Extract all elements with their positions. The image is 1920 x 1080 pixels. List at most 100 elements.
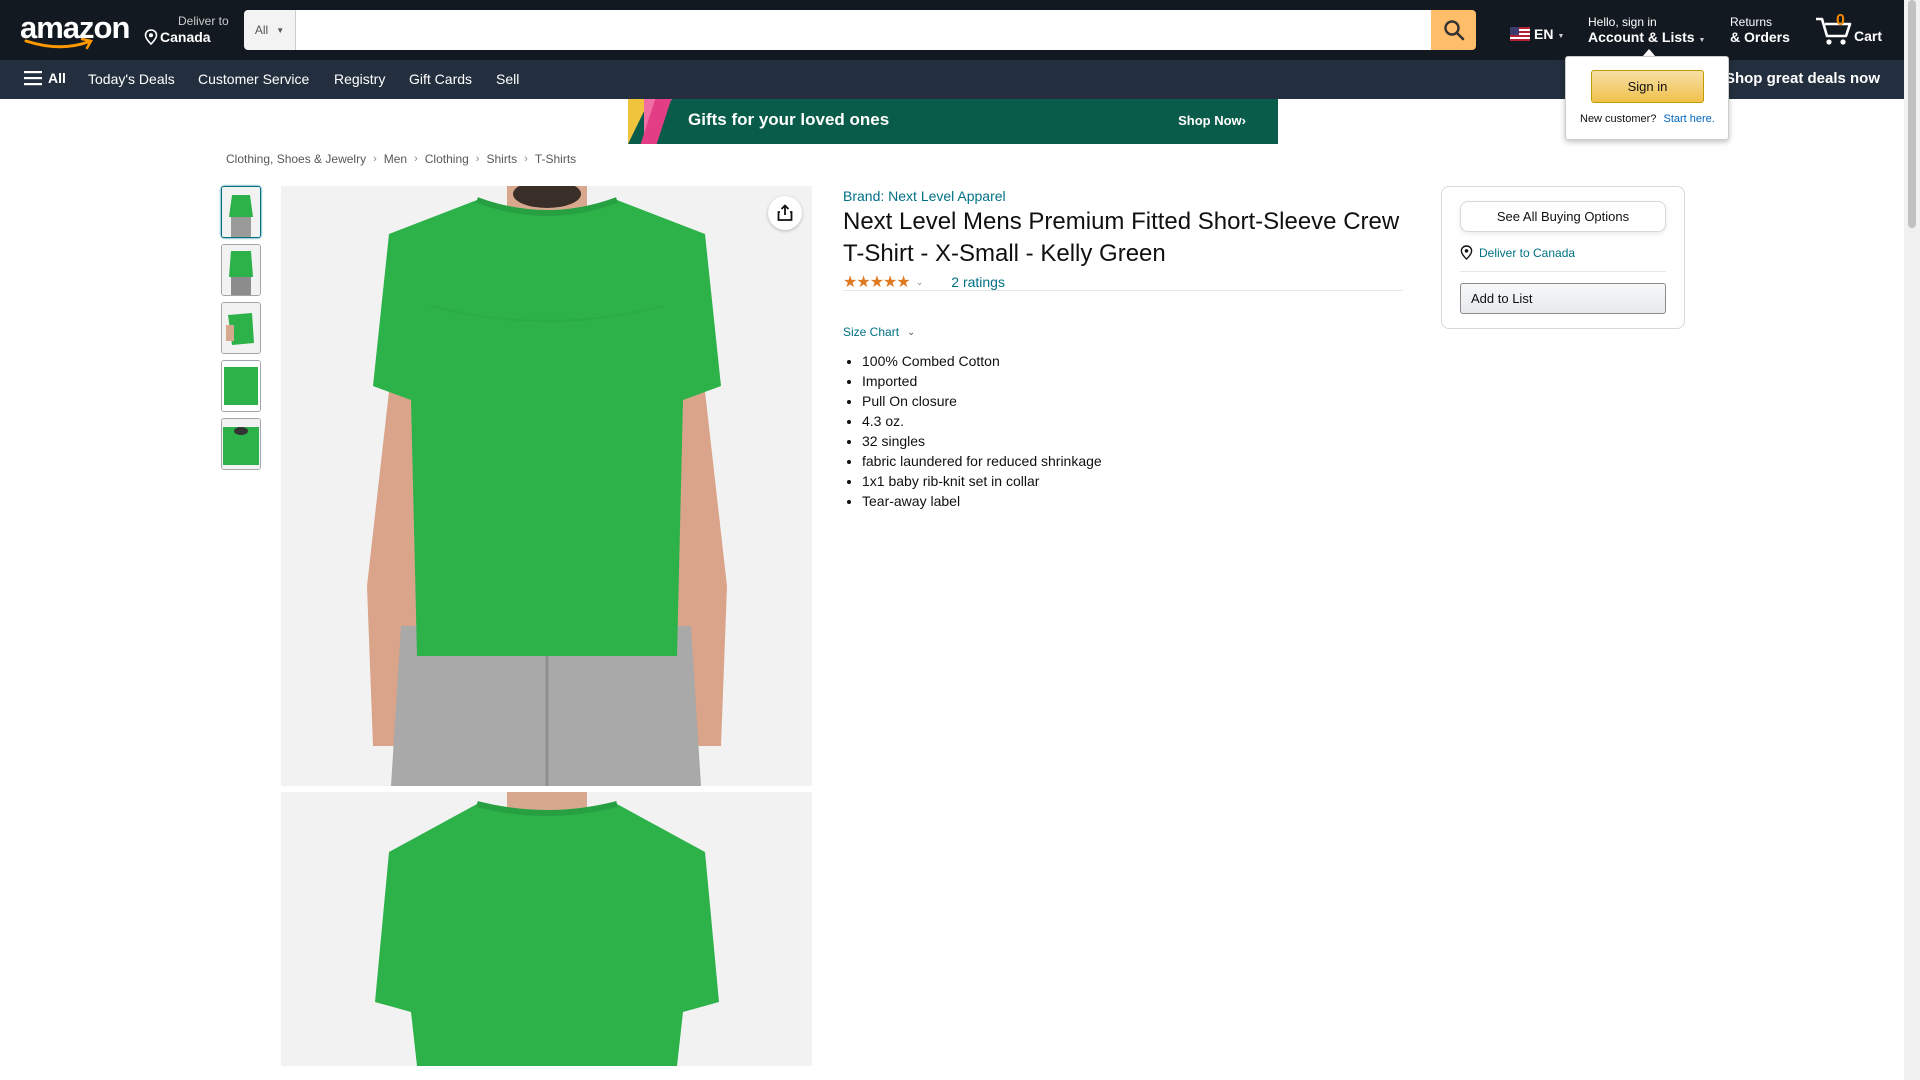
search-icon [1443,20,1464,41]
breadcrumb-item[interactable]: Clothing, Shoes & Jewelry [226,152,366,166]
new-customer-text: New customer? Start here. [1580,113,1715,125]
list-item: fabric laundered for reduced shrinkage [862,451,1102,471]
promo-banner[interactable]: Gifts for your loved ones Shop Now› [628,99,1278,144]
thumbnail-collar[interactable] [221,418,261,470]
thumbnail-front[interactable] [221,186,261,238]
chevron-down-icon[interactable]: ⌄ [916,277,924,288]
list-item: Imported [862,371,1102,391]
returns-label: Returns [1730,15,1773,29]
breadcrumb: Clothing, Shoes & Jewelry › Men › Clothi… [226,152,576,166]
chevron-right-icon: › [475,153,480,165]
deliver-country-label: Canada [160,29,211,45]
cart-link[interactable]: 0 Cart [1814,12,1886,48]
search-category-dropdown[interactable]: All ▼ [244,10,296,50]
share-icon [777,204,793,221]
orders-label: & Orders [1730,29,1790,45]
deliver-to-location[interactable]: Deliver to Canada [140,14,229,45]
search-button[interactable] [1431,10,1476,50]
share-button[interactable] [768,196,802,230]
returns-orders-link[interactable]: Returns & Orders [1730,15,1790,45]
main-product-image[interactable] [281,186,812,786]
ratings-count-link[interactable]: 2 ratings [951,274,1005,290]
account-lists-label: Account & Lists [1588,29,1695,45]
scrollbar-thumb[interactable] [1908,0,1916,228]
list-item: 4.3 oz. [862,411,1102,431]
thumbnail-shirt-image [222,187,260,237]
chevron-right-icon: › [524,153,528,165]
breadcrumb-item[interactable]: Clothing [425,152,469,166]
shirt-front-image [281,186,812,786]
deliver-to-link[interactable]: Deliver to Canada [1460,245,1575,260]
banner-shop-now[interactable]: Shop Now› [1178,113,1246,128]
promo-link[interactable]: Shop great deals now [1725,70,1880,87]
thumbnail-shirt-image [222,245,260,295]
us-flag-icon [1510,27,1530,41]
breadcrumb-item[interactable]: Men [384,152,407,166]
page-scrollbar[interactable] [1904,0,1920,1080]
signin-flyout: Sign in New customer? Start here. [1565,56,1729,140]
search-input[interactable] [296,10,1431,50]
nav-item-gift-cards[interactable]: Gift Cards [409,71,472,87]
nav-item-registry[interactable]: Registry [334,71,385,87]
chevron-down-icon: ⌄ [907,326,916,338]
thumbnail-side[interactable] [221,302,261,354]
signin-button[interactable]: Sign in [1591,70,1704,103]
buybox-divider [1460,271,1666,272]
location-pin-icon [1460,245,1473,260]
location-pin-icon [144,29,158,45]
size-chart-label: Size Chart [843,325,900,339]
star-rating-icon[interactable]: ★★★★★ [843,272,911,292]
product-title: Next Level Mens Premium Fitted Short-Sle… [843,208,1400,267]
caret-down-icon: ▼ [1557,32,1565,40]
hamburger-icon [24,71,42,86]
add-to-list-button[interactable]: Add to List [1460,283,1666,314]
brand-link[interactable]: Brand: Next Level Apparel [843,188,1006,204]
all-menu-label: All [48,70,66,86]
shirt-back-image [281,792,812,1066]
top-nav: amazon Deliver to Canada All ▼ EN ▼ Hell… [0,0,1904,60]
start-here-link[interactable]: Start here. [1663,113,1714,125]
deliver-label: Deliver to [178,14,229,28]
thumbnail-fabric[interactable] [221,360,261,412]
image-thumbnails [221,186,261,476]
list-item: 32 singles [862,431,1102,451]
secondary-product-image[interactable] [281,792,812,1066]
account-greeting: Hello, sign in [1588,15,1657,29]
thumbnail-fabric-image [222,361,260,411]
caret-down-icon: ▼ [1698,37,1706,44]
deliver-country: Canada [140,29,229,45]
cart-icon [1816,17,1852,45]
caret-down-icon: ▼ [276,25,285,35]
list-item: 100% Combed Cotton [862,351,1102,371]
banner-text: Gifts for your loved ones [688,110,890,129]
nav-item-customer-service[interactable]: Customer Service [198,71,309,87]
account-lists-label-row: Account & Lists ▼ [1588,29,1705,45]
chevron-right-icon: › [373,153,377,165]
language-label: EN [1534,26,1554,42]
cart-count: 0 [1836,12,1845,29]
breadcrumb-item[interactable]: Shirts [486,152,517,166]
list-item: Tear-away label [862,491,1102,511]
cart-label: Cart [1854,28,1883,44]
nav-item-todays-deals[interactable]: Today's Deals [88,71,175,87]
breadcrumb-item[interactable]: T-Shirts [535,152,576,166]
search-bar: All ▼ [244,10,1476,50]
amazon-logo[interactable]: amazon [20,12,130,50]
deliver-to-label: Deliver to Canada [1479,245,1576,260]
see-all-buying-options-button[interactable]: See All Buying Options [1460,201,1666,232]
list-item: 1x1 baby rib-knit set in collar [862,471,1102,491]
all-menu-button[interactable]: All [24,70,66,86]
language-selector[interactable]: EN ▼ [1510,26,1564,42]
nav-item-sell[interactable]: Sell [496,71,519,87]
new-customer-label: New customer? [1580,113,1657,125]
rating-summary: ★★★★★ ⌄ 2 ratings [843,272,1005,292]
buy-box: See All Buying Options Deliver to Canada… [1441,186,1685,329]
thumbnail-collar-image [222,419,260,469]
thumbnail-shirt-image [222,303,260,353]
account-lists-menu[interactable]: Hello, sign in Account & Lists ▼ [1588,15,1705,45]
smile-arrow-icon [24,38,93,50]
feature-bullets: 100% Combed Cotton Imported Pull On clos… [862,351,1102,511]
title-divider [843,290,1403,291]
size-chart-link[interactable]: Size Chart ⌄ [843,325,915,339]
thumbnail-front-alt[interactable] [221,244,261,296]
